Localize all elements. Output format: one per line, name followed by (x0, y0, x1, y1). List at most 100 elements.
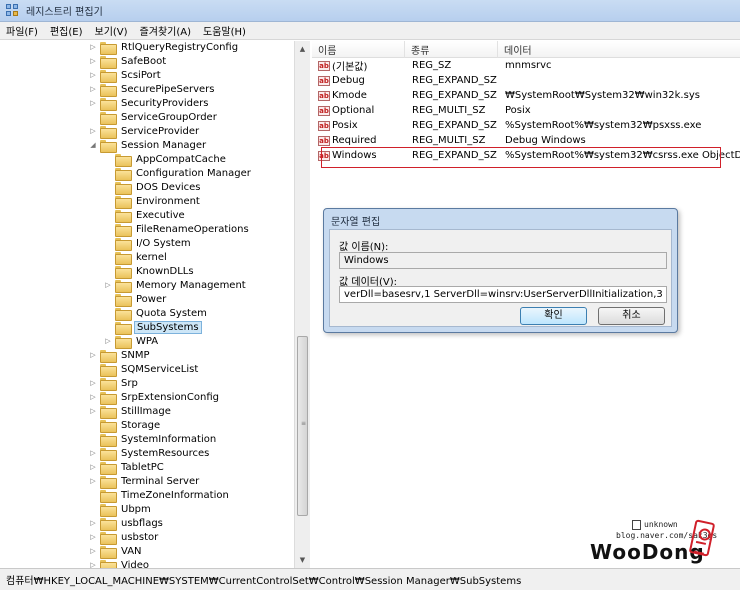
column-header-type[interactable]: 종류 (405, 41, 498, 58)
tree-item[interactable]: ▷ SecurePipeServers (88, 82, 216, 97)
tree-item[interactable]: ▷ SrpExtensionConfig (88, 390, 221, 405)
value-name: (기본값) (332, 62, 368, 73)
menu-help[interactable]: 도움말(H) (203, 23, 246, 38)
watermark-tag: unknown (644, 520, 678, 529)
tree-item[interactable]: ◢ Session Manager (88, 138, 208, 153)
tree-item[interactable]: ▷ usbflags (88, 516, 165, 531)
value-row[interactable]: ab Posix REG_EXPAND_SZ %SystemRoot%₩system3… (312, 118, 740, 133)
cancel-button[interactable]: 취소 (598, 307, 665, 325)
column-header-data[interactable]: 데이터 (498, 41, 740, 58)
tree-item[interactable]: TimeZoneInformation (88, 488, 231, 503)
tree-expander-icon[interactable]: ▷ (88, 477, 98, 485)
tree-item[interactable]: SubSystems (103, 320, 202, 335)
watermark: unknown blog.naver.com/sak3gs WooDong (588, 518, 720, 568)
menu-bar: 파일(F) 편집(E) 보기(V) 즐겨찾기(A) 도움말(H) (0, 22, 740, 40)
tree-item-label: VAN (121, 545, 142, 557)
tree-expander-icon[interactable]: ▷ (88, 407, 98, 415)
value-row[interactable]: ab (기본값) REG_SZ mnmsrvc (312, 58, 740, 73)
tree-item[interactable]: ▷ SafeBoot (88, 54, 168, 69)
tree-expander-icon[interactable]: ▷ (103, 337, 113, 345)
tree-expander-icon[interactable]: ▷ (88, 519, 98, 527)
value-row[interactable]: ab Optional REG_MULTI_SZ Posix (312, 103, 740, 118)
string-value-icon: ab (318, 75, 330, 86)
tree-item[interactable]: Power (103, 292, 168, 307)
tree-item[interactable]: ServiceGroupOrder (88, 110, 219, 125)
menu-favorites[interactable]: 즐겨찾기(A) (140, 23, 191, 38)
tree-item[interactable]: ▷ usbstor (88, 530, 160, 545)
registry-tree[interactable]: ▷ RtlQueryRegistryConfig ▷ SafeBoot ▷ ScsiPor… (0, 41, 310, 568)
tree-expander-icon[interactable]: ▷ (88, 561, 98, 568)
scroll-up-arrow-icon[interactable]: ▲ (295, 41, 310, 57)
tree-item[interactable]: Executive (103, 208, 187, 223)
tree-item[interactable]: Configuration Manager (103, 166, 253, 181)
value-name-label: 값 이름(N): (339, 242, 389, 253)
tree-item[interactable]: ▷ VAN (88, 544, 144, 559)
tree-item[interactable]: ▷ SecurityProviders (88, 96, 210, 111)
tree-item[interactable]: ▷ SystemResources (88, 446, 211, 461)
tree-expander-icon[interactable]: ▷ (88, 57, 98, 65)
tree-expander-icon[interactable]: ▷ (88, 393, 98, 401)
tree-expander-icon[interactable]: ▷ (88, 449, 98, 457)
tree-expander-icon[interactable]: ▷ (88, 351, 98, 359)
tree-expander-icon[interactable]: ▷ (88, 99, 98, 107)
tree-item[interactable]: FileRenameOperations (103, 222, 251, 237)
tree-item[interactable]: ▷ ScsiPort (88, 68, 163, 83)
folder-icon (115, 307, 132, 321)
tree-item-label: SecurePipeServers (121, 83, 215, 95)
folder-icon (100, 391, 117, 405)
tree-expander-icon[interactable]: ▷ (88, 85, 98, 93)
tree-item[interactable]: SQMServiceList (88, 362, 200, 377)
tree-item[interactable]: SystemInformation (88, 432, 218, 447)
value-row[interactable]: ab Required REG_MULTI_SZ Debug Windows (312, 133, 740, 148)
tree-item[interactable]: DOS Devices (103, 180, 203, 195)
tree-item[interactable]: ▷ Terminal Server (88, 474, 201, 489)
tree-expander-icon[interactable]: ▷ (88, 547, 98, 555)
tree-item[interactable]: ▷ Video (88, 558, 151, 568)
scroll-down-arrow-icon[interactable]: ▼ (295, 552, 310, 568)
tree-expander-icon[interactable]: ▷ (103, 281, 113, 289)
tree-item[interactable]: ▷ RtlQueryRegistryConfig (88, 41, 240, 55)
folder-icon (115, 153, 132, 167)
tree-item[interactable]: Environment (103, 194, 202, 209)
folder-icon (115, 321, 132, 335)
folder-icon (115, 223, 132, 237)
tree-item[interactable]: Quota System (103, 306, 209, 321)
tree-item[interactable]: kernel (103, 250, 169, 265)
tree-item[interactable]: ▷ ServiceProvider (88, 124, 201, 139)
tree-expander-icon[interactable]: ▷ (88, 533, 98, 541)
tree-item[interactable]: I/O System (103, 236, 193, 251)
value-row[interactable]: ab Kmode REG_EXPAND_SZ ₩SystemRoot₩System32… (312, 88, 740, 103)
ok-button[interactable]: 확인 (520, 307, 587, 325)
value-data-input[interactable]: verDll=basesrv,1 ServerDll=winsrv:UserSe… (339, 286, 667, 303)
menu-file[interactable]: 파일(F) (6, 23, 38, 38)
tree-expander-icon[interactable]: ▷ (88, 71, 98, 79)
tree-expander-icon[interactable]: ◢ (88, 141, 98, 149)
tree-item-label: Session Manager (121, 139, 207, 151)
folder-icon (100, 489, 117, 503)
tree-item[interactable]: ▷ Memory Management (103, 278, 248, 293)
tree-expander-icon[interactable]: ▷ (88, 43, 98, 51)
tree-item[interactable]: AppCompatCache (103, 152, 228, 167)
tree-item[interactable]: KnownDLLs (103, 264, 196, 279)
scroll-thumb[interactable]: ≡ (297, 336, 308, 516)
string-value-icon: ab (318, 60, 330, 71)
tree-item[interactable]: ▷ WPA (103, 334, 160, 349)
tree-scrollbar[interactable]: ▲ ≡ ▼ (294, 41, 310, 568)
column-header-name[interactable]: 이름 (312, 41, 405, 58)
tree-item[interactable]: ▷ SNMP (88, 348, 152, 363)
tree-item[interactable]: Storage (88, 418, 162, 433)
tree-expander-icon[interactable]: ▷ (88, 379, 98, 387)
tree-item[interactable]: Ubpm (88, 502, 153, 517)
tree-expander-icon[interactable]: ▷ (88, 127, 98, 135)
value-row[interactable]: ab Debug REG_EXPAND_SZ (312, 73, 740, 88)
tree-item-label: Memory Management (136, 279, 246, 291)
cursor-icon (632, 520, 641, 530)
menu-view[interactable]: 보기(V) (95, 23, 128, 38)
menu-edit[interactable]: 편집(E) (50, 23, 83, 38)
folder-icon (100, 559, 117, 568)
tree-item[interactable]: ▷ TabletPC (88, 460, 166, 475)
tree-item-label: Ubpm (121, 503, 151, 515)
tree-item[interactable]: ▷ StillImage (88, 404, 173, 419)
tree-expander-icon[interactable]: ▷ (88, 463, 98, 471)
tree-item[interactable]: ▷ Srp (88, 376, 140, 391)
